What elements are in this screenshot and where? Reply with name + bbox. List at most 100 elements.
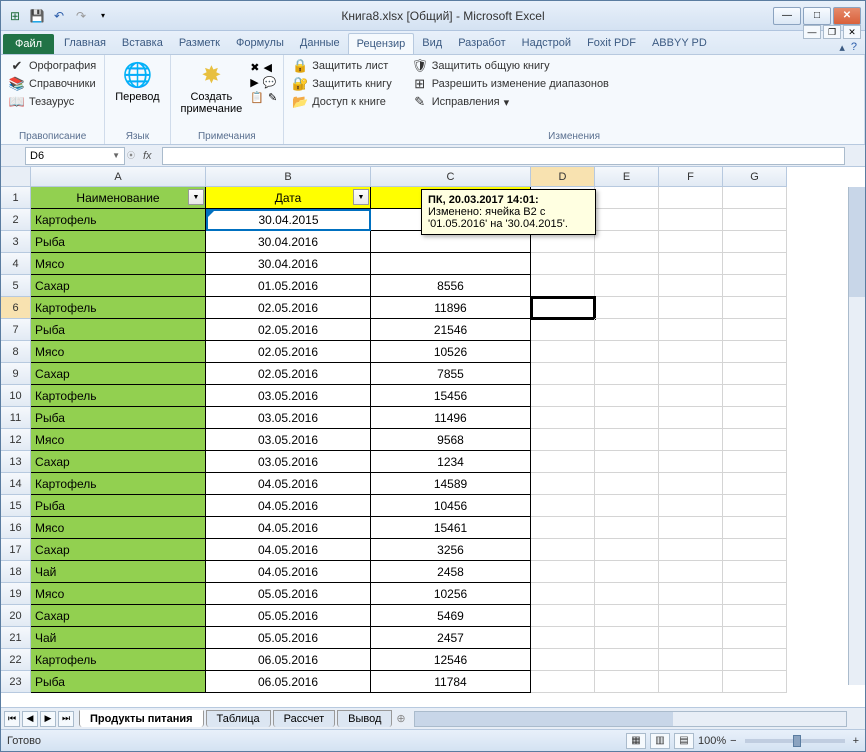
cell-B12[interactable]: 03.05.2016 bbox=[206, 429, 371, 451]
cell-A17[interactable]: Сахар bbox=[31, 539, 206, 561]
cell-F5[interactable] bbox=[659, 275, 723, 297]
rowhead-8[interactable]: 8 bbox=[1, 341, 31, 363]
filter-button-A[interactable]: ▼ bbox=[188, 189, 204, 205]
rowhead-5[interactable]: 5 bbox=[1, 275, 31, 297]
hscroll-thumb[interactable] bbox=[415, 712, 674, 726]
cell-C9[interactable]: 7855 bbox=[371, 363, 531, 385]
ribbon-tab-3[interactable]: Формулы bbox=[228, 33, 292, 54]
cell-C18[interactable]: 2458 bbox=[371, 561, 531, 583]
rowhead-12[interactable]: 12 bbox=[1, 429, 31, 451]
zoom-slider[interactable] bbox=[745, 739, 845, 743]
cell-B19[interactable]: 05.05.2016 bbox=[206, 583, 371, 605]
cell-A14[interactable]: Картофель bbox=[31, 473, 206, 495]
rowhead-18[interactable]: 18 bbox=[1, 561, 31, 583]
rowhead-14[interactable]: 14 bbox=[1, 473, 31, 495]
new-comment-button[interactable]: ✸ Создать примечание bbox=[177, 57, 247, 117]
cell-F7[interactable] bbox=[659, 319, 723, 341]
cell-C10[interactable]: 15456 bbox=[371, 385, 531, 407]
rowhead-16[interactable]: 16 bbox=[1, 517, 31, 539]
cell-F2[interactable] bbox=[659, 209, 723, 231]
cell-G1[interactable] bbox=[723, 187, 787, 209]
cell-B1[interactable]: Дата▼ bbox=[206, 187, 371, 209]
track-changes-button[interactable]: ✎Исправления ▾ bbox=[410, 93, 611, 111]
cell-D14[interactable] bbox=[531, 473, 595, 495]
cell-G23[interactable] bbox=[723, 671, 787, 693]
cell-E16[interactable] bbox=[595, 517, 659, 539]
ribbon-tab-4[interactable]: Данные bbox=[292, 33, 348, 54]
cell-E21[interactable] bbox=[595, 627, 659, 649]
cell-E5[interactable] bbox=[595, 275, 659, 297]
cell-A20[interactable]: Сахар bbox=[31, 605, 206, 627]
cell-E7[interactable] bbox=[595, 319, 659, 341]
cell-D8[interactable] bbox=[531, 341, 595, 363]
cell-C7[interactable]: 21546 bbox=[371, 319, 531, 341]
cell-F11[interactable] bbox=[659, 407, 723, 429]
rowhead-1[interactable]: 1 bbox=[1, 187, 31, 209]
cell-C19[interactable]: 10256 bbox=[371, 583, 531, 605]
protect-shared-button[interactable]: 🛡Защитить общую книгу bbox=[410, 57, 611, 75]
sheet-tab-1[interactable]: Таблица bbox=[206, 710, 271, 727]
zoom-out-button[interactable]: − bbox=[730, 735, 736, 747]
minimize-ribbon-icon[interactable]: ▴ bbox=[839, 41, 845, 54]
rowhead-3[interactable]: 3 bbox=[1, 231, 31, 253]
cell-C13[interactable]: 1234 bbox=[371, 451, 531, 473]
cell-C16[interactable]: 15461 bbox=[371, 517, 531, 539]
ribbon-tab-10[interactable]: ABBYY PD bbox=[644, 33, 715, 54]
cell-E18[interactable] bbox=[595, 561, 659, 583]
cell-A9[interactable]: Сахар bbox=[31, 363, 206, 385]
page-break-button[interactable]: ▤ bbox=[674, 733, 694, 749]
cell-F20[interactable] bbox=[659, 605, 723, 627]
cell-D15[interactable] bbox=[531, 495, 595, 517]
cell-E10[interactable] bbox=[595, 385, 659, 407]
cell-C20[interactable]: 5469 bbox=[371, 605, 531, 627]
cell-E12[interactable] bbox=[595, 429, 659, 451]
horizontal-scrollbar[interactable] bbox=[414, 711, 847, 727]
colhead-G[interactable]: G bbox=[723, 167, 787, 187]
cell-D21[interactable] bbox=[531, 627, 595, 649]
rowhead-23[interactable]: 23 bbox=[1, 671, 31, 693]
ribbon-tab-1[interactable]: Вставка bbox=[114, 33, 171, 54]
cell-C8[interactable]: 10526 bbox=[371, 341, 531, 363]
cell-G13[interactable] bbox=[723, 451, 787, 473]
cell-D5[interactable] bbox=[531, 275, 595, 297]
cell-A22[interactable]: Картофель bbox=[31, 649, 206, 671]
cell-D7[interactable] bbox=[531, 319, 595, 341]
cell-B16[interactable]: 04.05.2016 bbox=[206, 517, 371, 539]
cell-B10[interactable]: 03.05.2016 bbox=[206, 385, 371, 407]
cell-D22[interactable] bbox=[531, 649, 595, 671]
cell-F12[interactable] bbox=[659, 429, 723, 451]
cell-F10[interactable] bbox=[659, 385, 723, 407]
cell-B8[interactable]: 02.05.2016 bbox=[206, 341, 371, 363]
cell-G20[interactable] bbox=[723, 605, 787, 627]
research-button[interactable]: 📚Справочники bbox=[7, 75, 98, 93]
rowhead-10[interactable]: 10 bbox=[1, 385, 31, 407]
ribbon-tab-5[interactable]: Рецензир bbox=[348, 33, 415, 54]
cell-E4[interactable] bbox=[595, 253, 659, 275]
cell-E11[interactable] bbox=[595, 407, 659, 429]
cell-B2[interactable]: 30.04.2015 bbox=[206, 209, 371, 231]
save-icon[interactable]: 💾 bbox=[27, 6, 47, 26]
share-workbook-button[interactable]: 📂Доступ к книге bbox=[290, 93, 394, 111]
colhead-D[interactable]: D bbox=[531, 167, 595, 187]
name-box[interactable]: D6 ▼ bbox=[25, 147, 125, 165]
cell-F23[interactable] bbox=[659, 671, 723, 693]
cell-F1[interactable] bbox=[659, 187, 723, 209]
vertical-scrollbar[interactable] bbox=[848, 187, 865, 685]
allow-ranges-button[interactable]: ⊞Разрешить изменение диапазонов bbox=[410, 75, 611, 93]
cell-E3[interactable] bbox=[595, 231, 659, 253]
cell-F3[interactable] bbox=[659, 231, 723, 253]
cell-E23[interactable] bbox=[595, 671, 659, 693]
rowhead-21[interactable]: 21 bbox=[1, 627, 31, 649]
ribbon-tab-2[interactable]: Разметк bbox=[171, 33, 228, 54]
cell-G22[interactable] bbox=[723, 649, 787, 671]
sheet-tab-3[interactable]: Вывод bbox=[337, 710, 392, 727]
cell-G16[interactable] bbox=[723, 517, 787, 539]
cell-D20[interactable] bbox=[531, 605, 595, 627]
cell-A23[interactable]: Рыба bbox=[31, 671, 206, 693]
cell-F9[interactable] bbox=[659, 363, 723, 385]
select-all-button[interactable] bbox=[1, 167, 31, 187]
cell-B6[interactable]: 02.05.2016 bbox=[206, 297, 371, 319]
cell-G17[interactable] bbox=[723, 539, 787, 561]
cell-F21[interactable] bbox=[659, 627, 723, 649]
cell-C4[interactable] bbox=[371, 253, 531, 275]
